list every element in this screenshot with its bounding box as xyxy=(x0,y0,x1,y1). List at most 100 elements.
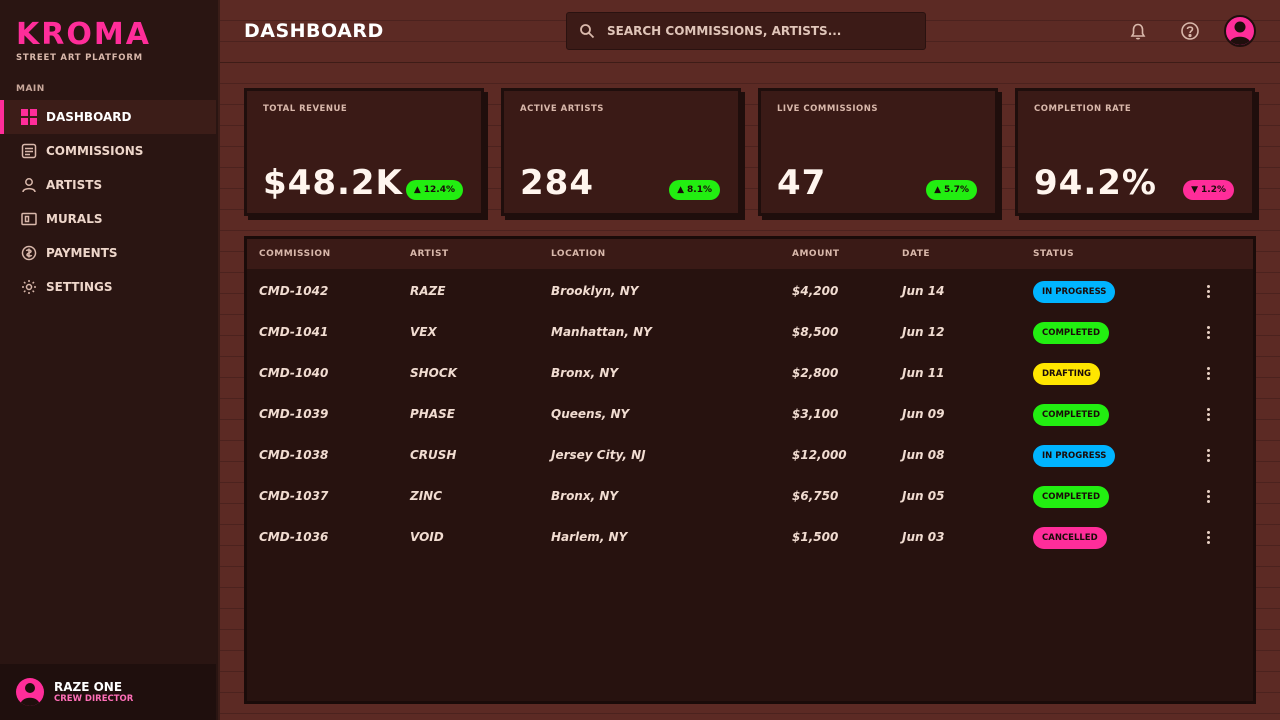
user-name: RAZE ONE xyxy=(54,679,123,694)
cell-location: Manhattan, NY xyxy=(551,325,652,339)
stat-value: 94.2% xyxy=(1034,163,1157,203)
cell-artist: VOID xyxy=(410,530,444,544)
sidebar-item-label: DASHBOARD xyxy=(46,110,132,124)
stat-value: 47 xyxy=(777,163,827,203)
table-row[interactable]: CMD-1038 CRUSH Jersey City, NJ $12,000 Jun 0… xyxy=(247,433,1253,474)
column-header-artist[interactable]: ARTIST xyxy=(410,239,449,269)
search-icon xyxy=(567,23,607,39)
status-badge: CANCELLED xyxy=(1033,527,1107,549)
more-options-icon[interactable] xyxy=(1200,404,1216,424)
status-badge: DRAFTING xyxy=(1033,363,1101,385)
status-badge: COMPLETED xyxy=(1033,486,1110,508)
table-row[interactable]: CMD-1039 PHASE Queens, NY $3,100 Jun 09 COMPL… xyxy=(247,392,1253,433)
coin-icon xyxy=(20,244,38,262)
more-options-icon[interactable] xyxy=(1200,363,1216,383)
column-header-amount[interactable]: AMOUNT xyxy=(792,239,840,269)
column-header-date[interactable]: DATE xyxy=(902,239,930,269)
stat-change-badge: ▲ 12.4% xyxy=(405,180,463,200)
cell-date: Jun 09 xyxy=(902,407,945,421)
sidebar-item-commissions[interactable]: COMMISSIONS xyxy=(0,134,216,168)
stat-card-active-artists: ACTIVE ARTISTS 284 ▲ 8.1% xyxy=(501,88,741,216)
cell-date: Jun 11 xyxy=(902,366,945,380)
commissions-table: COMMISSION ARTIST LOCATION AMOUNT DATE S… xyxy=(244,236,1256,704)
table-row[interactable]: CMD-1040 SHOCK Bronx, NY $2,800 Jun 11 DRAFTI… xyxy=(247,351,1253,392)
table-row[interactable]: CMD-1036 VOID Harlem, NY $1,500 Jun 03 CANCEL… xyxy=(247,515,1253,556)
cell-date: Jun 08 xyxy=(902,448,945,462)
cell-amount: $4,200 xyxy=(792,284,839,298)
cell-artist: PHASE xyxy=(410,407,455,421)
sidebar-item-label: COMMISSIONS xyxy=(46,144,144,158)
cell-location: Bronx, NY xyxy=(551,489,619,503)
brand-tagline: STREET ART PLATFORM xyxy=(16,53,143,63)
cell-location: Bronx, NY xyxy=(551,366,619,380)
page-title: DASHBOARD xyxy=(244,20,384,42)
column-header-status[interactable]: STATUS xyxy=(1033,239,1074,269)
cell-location: Queens, NY xyxy=(551,407,630,421)
stat-label: TOTAL REVENUE xyxy=(263,104,348,114)
cell-date: Jun 12 xyxy=(902,325,945,339)
more-options-icon[interactable] xyxy=(1200,486,1216,506)
stat-label: ACTIVE ARTISTS xyxy=(520,104,604,114)
stat-value: 284 xyxy=(520,163,594,203)
cell-commission-id: CMD-1042 xyxy=(259,284,329,298)
sidebar-nav: DASHBOARD COMMISSIONS ARTISTS MURALS PAY… xyxy=(0,100,216,304)
cell-date: Jun 05 xyxy=(902,489,945,503)
cell-amount: $1,500 xyxy=(792,530,839,544)
cell-location: Brooklyn, NY xyxy=(551,284,639,298)
cell-artist: ZINC xyxy=(410,489,443,503)
document-icon xyxy=(20,142,38,160)
cell-amount: $12,000 xyxy=(792,448,847,462)
sidebar-item-artists[interactable]: ARTISTS xyxy=(0,168,216,202)
cell-amount: $8,500 xyxy=(792,325,839,339)
cell-artist: CRUSH xyxy=(410,448,457,462)
arrow-up-icon: ▲ xyxy=(677,185,685,195)
column-header-commission[interactable]: COMMISSION xyxy=(259,239,331,269)
user-profile-card[interactable]: RAZE ONE CREW DIRECTOR xyxy=(0,664,216,720)
cell-amount: $3,100 xyxy=(792,407,839,421)
stat-change-badge: ▼ 1.2% xyxy=(1183,180,1234,200)
cell-location: Harlem, NY xyxy=(551,530,628,544)
cell-location: Jersey City, NJ xyxy=(551,448,646,462)
column-header-location[interactable]: LOCATION xyxy=(551,239,606,269)
status-badge: COMPLETED xyxy=(1033,322,1110,344)
sidebar-item-murals[interactable]: MURALS xyxy=(0,202,216,236)
cell-date: Jun 03 xyxy=(902,530,945,544)
status-badge: IN PROGRESS xyxy=(1033,281,1116,303)
search-input[interactable] xyxy=(607,24,907,38)
arrow-down-icon: ▼ xyxy=(1191,185,1199,195)
grid-icon xyxy=(20,108,38,126)
cell-amount: $6,750 xyxy=(792,489,839,503)
sidebar-item-label: ARTISTS xyxy=(46,178,103,192)
user-icon xyxy=(20,176,38,194)
table-row[interactable]: CMD-1037 ZINC Bronx, NY $6,750 Jun 05 COMPLET… xyxy=(247,474,1253,515)
sidebar-item-label: MURALS xyxy=(46,212,103,226)
more-options-icon[interactable] xyxy=(1200,322,1216,342)
avatar[interactable] xyxy=(1224,15,1256,47)
search-bar[interactable] xyxy=(566,12,926,50)
bell-icon[interactable] xyxy=(1126,19,1150,43)
sidebar-item-dashboard[interactable]: DASHBOARD xyxy=(0,100,216,134)
help-icon[interactable] xyxy=(1178,19,1202,43)
sidebar-item-payments[interactable]: PAYMENTS xyxy=(0,236,216,270)
sidebar-item-label: SETTINGS xyxy=(46,280,113,294)
image-icon xyxy=(20,210,38,228)
stat-card-total-revenue: TOTAL REVENUE $48.2K ▲ 12.4% xyxy=(244,88,484,216)
more-options-icon[interactable] xyxy=(1200,281,1216,301)
stat-label: LIVE COMMISSIONS xyxy=(777,104,878,114)
brand-logo[interactable]: KROMA xyxy=(16,20,151,50)
cell-artist: SHOCK xyxy=(410,366,457,380)
sidebar-item-settings[interactable]: SETTINGS xyxy=(0,270,216,304)
cell-commission-id: CMD-1038 xyxy=(259,448,329,462)
stat-label: COMPLETION RATE xyxy=(1034,104,1132,114)
more-options-icon[interactable] xyxy=(1200,527,1216,547)
nav-section-label: MAIN xyxy=(16,84,45,94)
cell-amount: $2,800 xyxy=(792,366,839,380)
table-header: COMMISSION ARTIST LOCATION AMOUNT DATE S… xyxy=(247,239,1253,269)
cell-commission-id: CMD-1041 xyxy=(259,325,329,339)
table-row[interactable]: CMD-1041 VEX Manhattan, NY $8,500 Jun 12 COMP… xyxy=(247,310,1253,351)
cell-commission-id: CMD-1036 xyxy=(259,530,329,544)
stat-card-live-commissions: LIVE COMMISSIONS 47 ▲ 5.7% xyxy=(758,88,998,216)
more-options-icon[interactable] xyxy=(1200,445,1216,465)
sidebar-item-label: PAYMENTS xyxy=(46,246,118,260)
table-row[interactable]: CMD-1042 RAZE Brooklyn, NY $4,200 Jun 14 IN P… xyxy=(247,269,1253,310)
